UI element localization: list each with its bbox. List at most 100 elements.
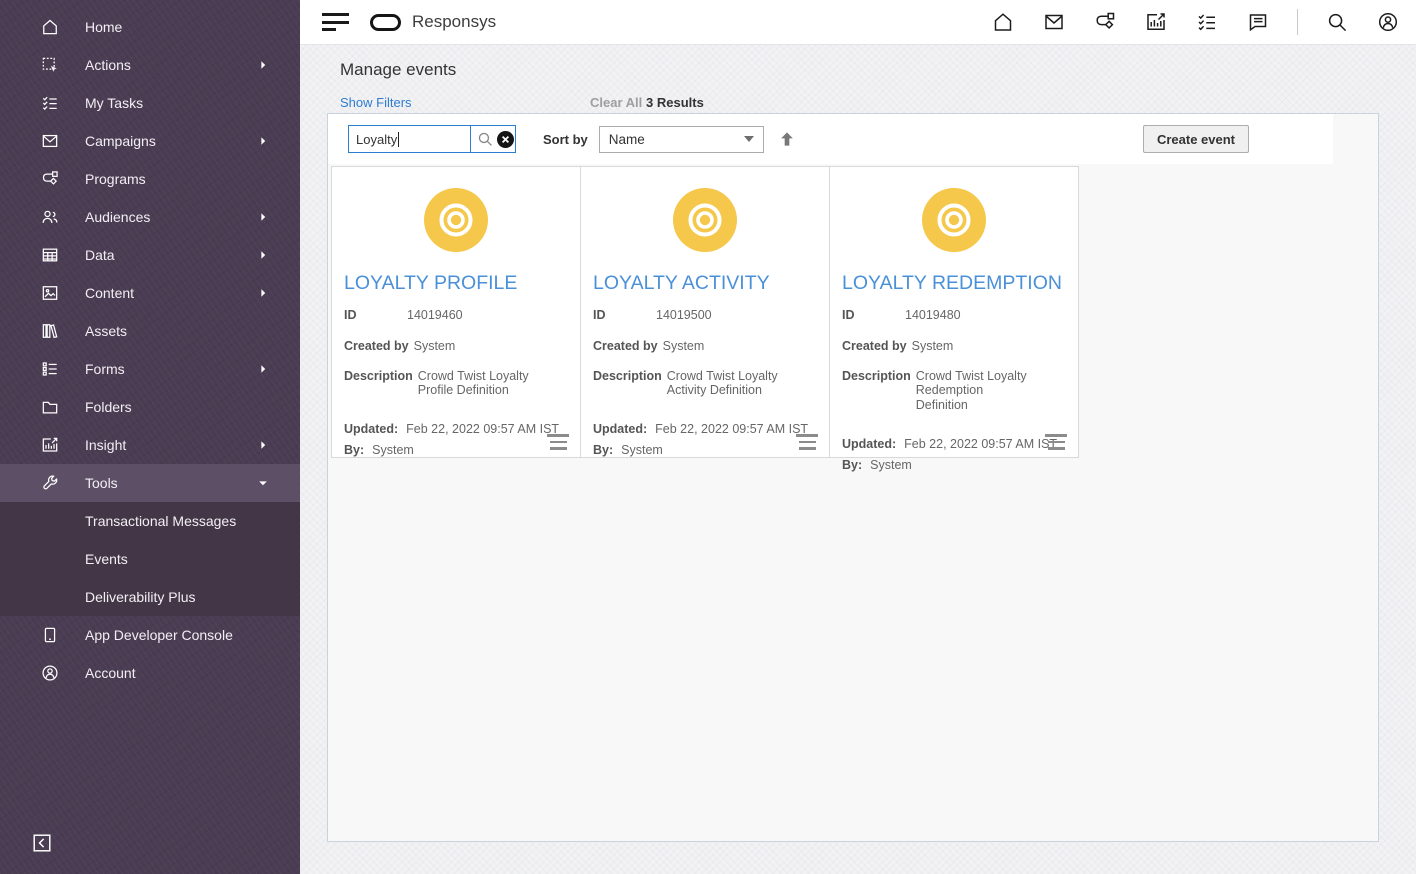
- sidebar-item-data[interactable]: Data: [0, 236, 300, 274]
- account-icon[interactable]: [1376, 10, 1400, 34]
- clear-all-button[interactable]: Clear All: [590, 95, 642, 110]
- id-label: ID: [593, 308, 656, 323]
- brand-name: Responsys: [412, 12, 496, 32]
- sidebar-item-programs[interactable]: Programs: [0, 160, 300, 198]
- sidebar-item-transactional-messages[interactable]: Transactional Messages: [0, 502, 300, 540]
- search-box: [348, 125, 516, 153]
- id-value: 14019460: [407, 308, 463, 323]
- id-value: 14019500: [656, 308, 712, 323]
- toolbar: Sort by Name Create event: [328, 114, 1333, 164]
- chevron-right-icon: [256, 210, 270, 224]
- main-area: Responsys Manage events Show Filters Cle…: [300, 0, 1416, 874]
- created-by-label: Created by: [344, 339, 409, 354]
- sidebar-item-insight[interactable]: Insight: [0, 426, 300, 464]
- collapse-chevron-left-icon: [31, 832, 53, 854]
- tablet-icon: [40, 625, 60, 645]
- insight-icon: [40, 435, 60, 455]
- created-by-value: System: [414, 339, 456, 354]
- sort-dropdown-value: Name: [609, 132, 645, 147]
- event-card-loyalty-profile[interactable]: LOYALTY PROFILE ID14019460 Created by Sys…: [331, 166, 581, 458]
- sidebar-item-assets[interactable]: Assets: [0, 312, 300, 350]
- sidebar-item-forms[interactable]: Forms: [0, 350, 300, 388]
- image-icon: [40, 283, 60, 303]
- event-card-title[interactable]: LOYALTY ACTIVITY: [593, 272, 817, 295]
- by-value: System: [870, 458, 912, 473]
- people-icon: [40, 207, 60, 227]
- by-label: By:: [842, 458, 862, 473]
- description-value: Crowd Twist Loyalty Redemption Definitio…: [916, 369, 1038, 413]
- program-icon[interactable]: [1093, 10, 1117, 34]
- sidebar-collapse-button[interactable]: [31, 832, 53, 854]
- tasks-icon: [40, 93, 60, 113]
- sidebar-item-events[interactable]: Events: [0, 540, 300, 578]
- sort-dropdown[interactable]: Name: [599, 126, 764, 153]
- sort-ascending-arrow-icon[interactable]: [777, 129, 797, 149]
- sidebar-item-app-developer-console[interactable]: App Developer Console: [0, 616, 300, 654]
- description-value: Crowd Twist Loyalty Profile Definition: [418, 369, 540, 399]
- bullseye-icon: [673, 188, 737, 252]
- event-card-title[interactable]: LOYALTY PROFILE: [344, 272, 568, 295]
- card-menu-icon[interactable]: [547, 434, 569, 450]
- page-title: Manage events: [340, 60, 456, 80]
- sidebar-item-home[interactable]: Home: [0, 8, 300, 46]
- id-label: ID: [344, 308, 407, 323]
- topbar: Responsys: [300, 0, 1416, 45]
- sidebar-item-account[interactable]: Account: [0, 654, 300, 692]
- created-by-value: System: [663, 339, 705, 354]
- updated-value: Feb 22, 2022 09:57 AM IST: [904, 437, 1057, 452]
- updated-value: Feb 22, 2022 09:57 AM IST: [655, 422, 808, 437]
- chevron-right-icon: [256, 286, 270, 300]
- by-label: By:: [344, 443, 364, 458]
- sort-by-label: Sort by: [543, 132, 588, 147]
- card-menu-icon[interactable]: [1045, 434, 1067, 450]
- search-icon[interactable]: [476, 130, 494, 148]
- created-by-value: System: [912, 339, 954, 354]
- clear-circle-icon[interactable]: [497, 131, 514, 148]
- chevron-down-icon: [256, 476, 270, 490]
- search-input[interactable]: [349, 126, 471, 152]
- description-label: Description: [593, 369, 662, 399]
- home-icon: [40, 17, 60, 37]
- feedback-icon[interactable]: [1246, 10, 1270, 34]
- bullseye-icon: [424, 188, 488, 252]
- mail-icon[interactable]: [1042, 10, 1066, 34]
- event-card-title[interactable]: LOYALTY REDEMPTION: [842, 272, 1066, 295]
- hamburger-menu-icon[interactable]: [322, 13, 349, 31]
- id-value: 14019480: [905, 308, 961, 323]
- topbar-icons: [991, 9, 1400, 35]
- chevron-right-icon: [256, 134, 270, 148]
- search-icon[interactable]: [1325, 10, 1349, 34]
- sidebar-item-content[interactable]: Content: [0, 274, 300, 312]
- sidebar: Home Actions My Tasks Campaigns Programs…: [0, 0, 300, 874]
- create-event-button[interactable]: Create event: [1143, 125, 1249, 153]
- text-caret: [398, 132, 399, 147]
- sidebar-item-campaigns[interactable]: Campaigns: [0, 122, 300, 160]
- mail-icon: [40, 131, 60, 151]
- forms-icon: [40, 359, 60, 379]
- show-filters-link[interactable]: Show Filters: [340, 95, 412, 110]
- home-icon[interactable]: [991, 10, 1015, 34]
- books-icon: [40, 321, 60, 341]
- sidebar-item-actions[interactable]: Actions: [0, 46, 300, 84]
- sidebar-item-folders[interactable]: Folders: [0, 388, 300, 426]
- tasks-icon[interactable]: [1195, 10, 1219, 34]
- event-card-list: LOYALTY PROFILE ID14019460 Created bySys…: [331, 166, 1079, 458]
- sidebar-item-tools[interactable]: Tools: [0, 464, 300, 502]
- updated-label: Updated:: [344, 422, 398, 437]
- id-label: ID: [842, 308, 905, 323]
- created-by-label: Created by: [842, 339, 907, 354]
- folder-icon: [40, 397, 60, 417]
- account-icon: [40, 663, 60, 683]
- sidebar-item-audiences[interactable]: Audiences: [0, 198, 300, 236]
- event-card-loyalty-activity[interactable]: LOYALTY ACTIVITY ID14019500 Created bySy…: [580, 166, 830, 458]
- description-label: Description: [842, 369, 911, 413]
- oracle-logo: [370, 14, 401, 31]
- description-label: Description: [344, 369, 413, 399]
- card-menu-icon[interactable]: [796, 434, 818, 450]
- actions-icon: [40, 55, 60, 75]
- bullseye-icon: [922, 188, 986, 252]
- insight-icon[interactable]: [1144, 10, 1168, 34]
- sidebar-item-deliverability-plus[interactable]: Deliverability Plus: [0, 578, 300, 616]
- sidebar-item-my-tasks[interactable]: My Tasks: [0, 84, 300, 122]
- event-card-loyalty-redemption[interactable]: LOYALTY REDEMPTION ID14019480 Created by…: [829, 166, 1079, 458]
